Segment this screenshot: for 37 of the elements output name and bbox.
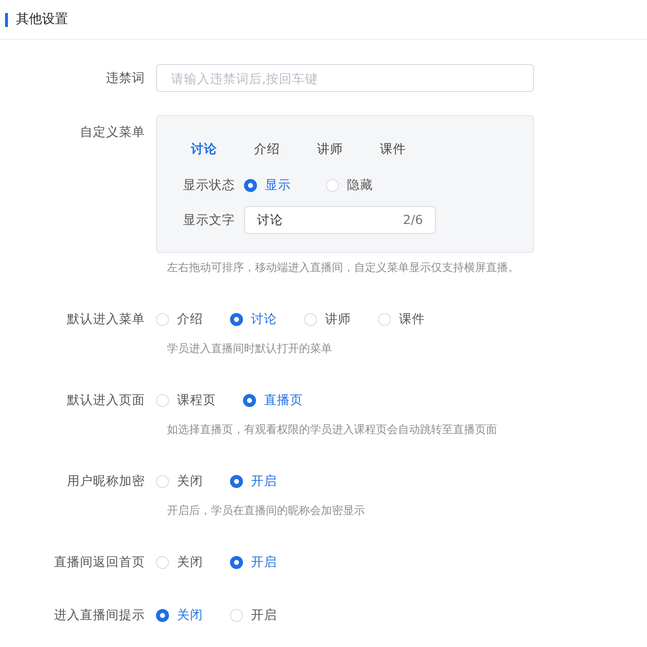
field-label: 默认进入页面 [66, 391, 146, 409]
menu-tab[interactable]: 介绍 [254, 139, 317, 159]
radio-option[interactable]: 开启 [230, 471, 277, 491]
title-accent-bar [5, 12, 8, 26]
text-field[interactable]: 讨论 2/6 [244, 206, 436, 234]
field-label: 违禁词 [105, 68, 146, 87]
hint-text: 如选择直播页，有观看权限的学员进入课程页会自动跳转至直播页面 [167, 422, 498, 438]
radio-option[interactable]: 讲师 [304, 309, 351, 329]
field-label: 进入直播间提示 [53, 606, 146, 624]
radio-option[interactable]: 介绍 [156, 309, 203, 329]
menu-tab[interactable]: 讨论 [191, 139, 254, 159]
radio-option[interactable]: 显示 [244, 175, 291, 195]
radio-option[interactable]: 关闭 [156, 471, 203, 491]
character-count: 2/6 [402, 210, 423, 229]
section-title: 其他设置 [16, 10, 68, 29]
field-label: 默认进入菜单 [66, 310, 146, 328]
field-label: 用户昵称加密 [66, 472, 146, 490]
field-label: 自定义菜单 [79, 123, 146, 141]
hint-text: 左右拖动可排序，移动端进入直播间，自定义菜单显示仅支持横屏直播。 [167, 260, 520, 276]
radio-option[interactable]: 讨论 [230, 309, 277, 329]
radio-option[interactable]: 开启 [230, 605, 277, 625]
radio-option[interactable]: 关闭 [156, 605, 203, 625]
radio-option[interactable]: 关闭 [156, 552, 203, 572]
radio-option[interactable]: 直播页 [243, 390, 303, 410]
field-value: 讨论 [257, 210, 283, 229]
menu-tab[interactable]: 课件 [380, 139, 443, 159]
field-label: 显示文字 [183, 210, 236, 229]
radio-option[interactable]: 隐藏 [326, 175, 373, 195]
radio-option[interactable]: 课程页 [156, 390, 216, 410]
input-field[interactable]: 请输入违禁词后,按回车键 [156, 64, 534, 92]
hint-text: 学员进入直播间时默认打开的菜单 [167, 341, 333, 357]
hint-text: 开启后，学员在直播间的昵称会加密显示 [167, 503, 366, 519]
radio-option[interactable]: 开启 [230, 552, 277, 572]
field-label: 直播间返回首页 [53, 553, 146, 571]
field-label: 显示状态 [183, 176, 236, 194]
menu-tab[interactable]: 讲师 [317, 139, 380, 159]
radio-option[interactable]: 课件 [378, 309, 425, 329]
